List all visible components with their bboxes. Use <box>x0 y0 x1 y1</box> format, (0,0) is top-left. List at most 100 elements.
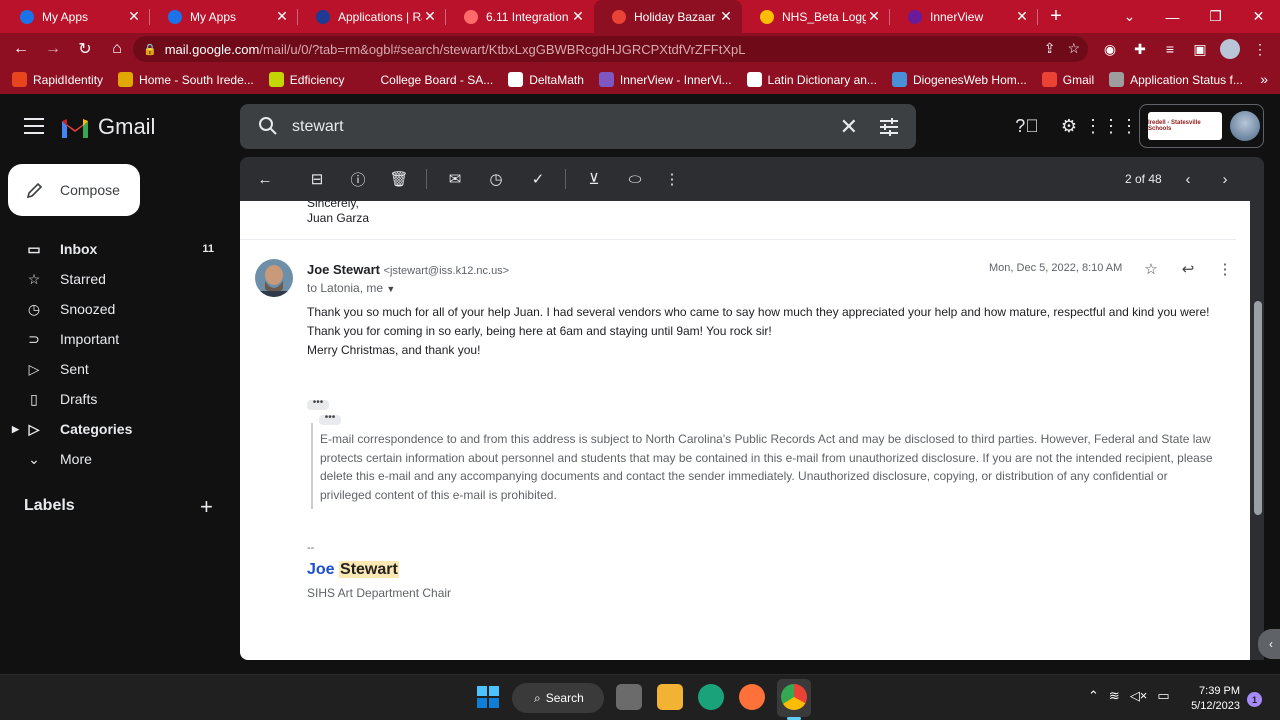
browser-tab[interactable]: InnerView ✕ <box>890 0 1038 33</box>
edge-icon[interactable] <box>698 684 724 710</box>
mark-unread-icon[interactable]: ✉ <box>445 169 465 189</box>
close-tab-icon[interactable]: ✕ <box>866 8 882 25</box>
delete-icon[interactable]: 🗑 <box>389 169 409 189</box>
browser-tab[interactable]: Applications | Ra ✕ <box>298 0 446 33</box>
browser-tab[interactable]: NHS_Beta Loggin✕ <box>742 0 890 33</box>
browser-tab[interactable]: My Apps ✕ <box>2 0 150 33</box>
bookmark-item[interactable]: College Board - SA... <box>359 72 493 87</box>
puzzle-icon[interactable]: ✚ <box>1130 39 1150 59</box>
archive-icon[interactable]: ⊟ <box>307 169 327 189</box>
taskbar-search[interactable]: ⌕ Search <box>512 683 604 713</box>
home-button[interactable]: ⌂ <box>102 34 132 64</box>
show-trimmed-content-button[interactable]: ••• <box>307 398 329 410</box>
media-icon[interactable]: ≡ <box>1160 39 1180 59</box>
bookmark-item[interactable]: Gmail <box>1041 72 1094 87</box>
add-task-icon[interactable]: ✓ <box>528 169 548 189</box>
star-icon[interactable]: ☆ <box>1142 259 1160 279</box>
more-options-icon[interactable]: ⋮ <box>662 169 682 189</box>
share-icon[interactable]: ⇪ <box>1044 40 1056 57</box>
move-to-icon[interactable]: ⊻ <box>584 169 604 189</box>
close-tab-icon[interactable]: ✕ <box>126 8 142 25</box>
more-vert-icon[interactable]: ⋮ <box>1216 259 1234 279</box>
search-options-icon[interactable] <box>878 116 900 138</box>
sidebar-item-more[interactable]: ⌄ More <box>0 444 230 474</box>
bookmark-item[interactable]: DiogenesWeb Hom... <box>891 72 1027 87</box>
details-dropdown-icon[interactable]: ▼ <box>386 284 395 294</box>
file-explorer-icon[interactable] <box>657 684 683 710</box>
back-button[interactable]: ← <box>6 34 36 64</box>
chrome-menu-icon[interactable]: ⋮ <box>1250 39 1270 59</box>
volume-icon[interactable]: ◁× <box>1130 688 1148 704</box>
close-tab-icon[interactable]: ✕ <box>274 8 290 25</box>
sidebar-item-sent[interactable]: ▷ Sent <box>0 354 230 384</box>
close-tab-icon[interactable]: ✕ <box>1014 8 1030 25</box>
show-trimmed-content-button[interactable]: ••• <box>319 413 341 425</box>
older-chevron-icon[interactable]: › <box>1215 169 1235 189</box>
search-bar[interactable]: stewart ✕ <box>240 104 916 149</box>
sidebar-item-starred[interactable]: ☆ Starred <box>0 264 230 294</box>
sidebar-item-categories[interactable]: ▶ ▷ Categories <box>0 414 230 444</box>
scroll-thumb[interactable] <box>1254 301 1262 515</box>
close-tab-icon[interactable]: ✕ <box>422 8 438 25</box>
back-arrow-icon[interactable]: ← <box>255 169 275 189</box>
tray-chevron-icon[interactable]: ⌃ <box>1088 688 1099 704</box>
sender-avatar[interactable] <box>255 259 293 297</box>
close-tab-icon[interactable]: ✕ <box>718 8 734 25</box>
bookmark-item[interactable]: RapidIdentity <box>12 72 103 87</box>
sidebar-item-inbox[interactable]: ▭ Inbox 11 <box>0 234 230 264</box>
firefox-icon[interactable] <box>739 684 765 710</box>
sender-name[interactable]: Joe Stewart <box>307 262 380 277</box>
clock[interactable]: 7:39 PM 5/12/2023 <box>1188 684 1240 714</box>
apps-grid-icon[interactable]: ⋮⋮⋮ <box>1084 114 1138 138</box>
profile-avatar[interactable] <box>1220 39 1240 59</box>
extension-icon[interactable]: ◉ <box>1100 39 1120 59</box>
expand-arrow-icon[interactable]: ▶ <box>12 424 19 435</box>
help-icon[interactable]: ?⃝ <box>1015 114 1039 138</box>
report-spam-icon[interactable]: ⓘ <box>348 169 368 189</box>
add-label-icon[interactable]: + <box>200 494 213 520</box>
sidebar-item-important[interactable]: ⊃ Important <box>0 324 230 354</box>
task-view-icon[interactable] <box>616 684 642 710</box>
account-switcher[interactable]: Iredell - Statesville Schools <box>1139 104 1264 148</box>
snooze-icon[interactable]: ◷ <box>486 169 506 189</box>
bookmark-item[interactable]: Edficiency <box>268 72 344 87</box>
message-scrollbar[interactable] <box>1250 201 1264 660</box>
browser-tab[interactable]: My Apps ✕ <box>150 0 298 33</box>
clear-search-icon[interactable]: ✕ <box>840 114 858 140</box>
minimize-button[interactable]: — <box>1151 0 1194 33</box>
new-tab-button[interactable]: + <box>1038 0 1074 33</box>
bookmark-item[interactable]: InnerView - InnerVi... <box>598 72 732 87</box>
browser-tab[interactable]: 6.11 Integration b ✕ <box>446 0 594 33</box>
search-input[interactable]: stewart <box>292 118 344 136</box>
bookmarks-overflow-icon[interactable]: » <box>1260 71 1268 87</box>
newer-chevron-icon[interactable]: ‹ <box>1178 169 1198 189</box>
reload-button[interactable]: ↻ <box>70 34 100 64</box>
bookmark-item[interactable]: DeltaMath <box>508 72 584 87</box>
gmail-logo[interactable]: Gmail <box>60 114 155 140</box>
search-icon[interactable] <box>258 116 278 136</box>
maximize-button[interactable]: ❐ <box>1194 0 1237 33</box>
wifi-icon[interactable]: ≋ <box>1109 688 1120 704</box>
sidepanel-icon[interactable]: ▣ <box>1190 39 1210 59</box>
settings-gear-icon[interactable]: ⚙ <box>1057 114 1081 138</box>
account-avatar[interactable] <box>1230 111 1260 141</box>
address-bar[interactable]: 🔒 mail.google.com /mail/u/0/?tab=rm&ogbl… <box>133 36 1088 62</box>
bookmark-item[interactable]: Application Status f... <box>1109 72 1243 87</box>
close-window-button[interactable]: ✕ <box>1237 0 1280 33</box>
label-icon[interactable]: ⬭ <box>625 169 645 189</box>
tab-search-icon[interactable]: ⌄ <box>1108 0 1151 33</box>
bookmark-item[interactable]: Latin Dictionary an... <box>746 72 877 87</box>
browser-tab[interactable]: Holiday Bazaar se✕ <box>594 0 742 33</box>
forward-button[interactable]: → <box>38 34 68 64</box>
reply-icon[interactable]: ↩ <box>1179 259 1197 279</box>
compose-button[interactable]: Compose <box>8 164 140 216</box>
side-panel-toggle[interactable]: ‹ <box>1258 629 1280 659</box>
notification-badge[interactable]: 1 <box>1247 692 1262 707</box>
windows-start-icon[interactable] <box>477 686 499 708</box>
recipients-line[interactable]: to Latonia, me ▼ <box>307 281 395 295</box>
sidebar-item-snoozed[interactable]: ◷ Snoozed <box>0 294 230 324</box>
chrome-icon[interactable] <box>781 684 807 710</box>
close-tab-icon[interactable]: ✕ <box>570 8 586 25</box>
sidebar-item-drafts[interactable]: ▯ Drafts <box>0 384 230 414</box>
bookmark-item[interactable]: Home - South Irede... <box>118 72 254 87</box>
